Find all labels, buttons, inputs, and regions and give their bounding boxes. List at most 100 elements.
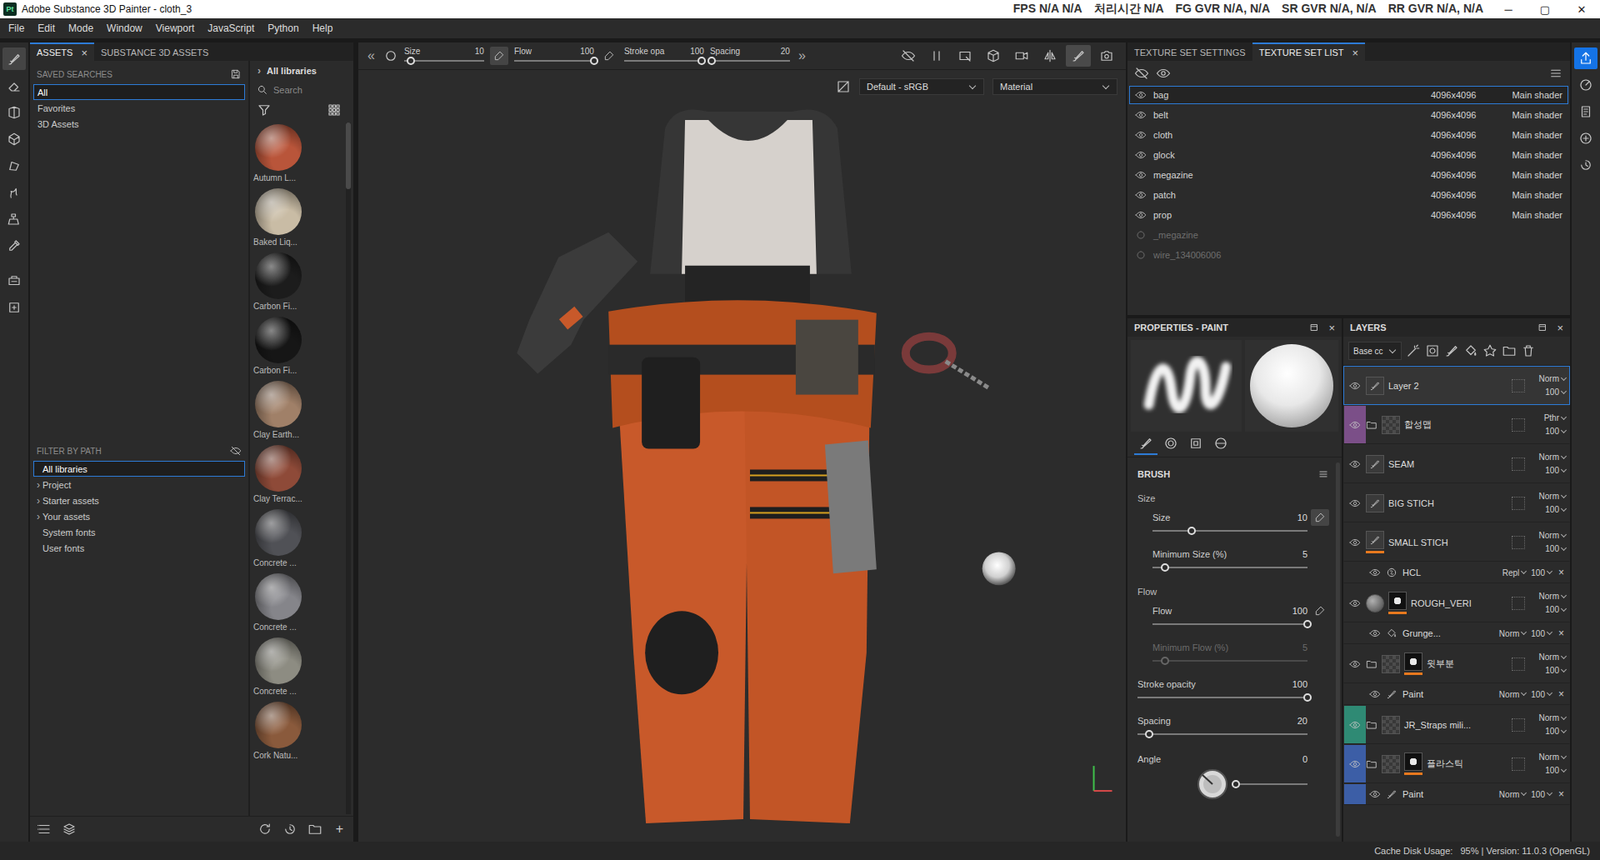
- param-value[interactable]: 20: [1297, 715, 1308, 726]
- pressure-toggle[interactable]: [490, 46, 509, 65]
- folder-icon[interactable]: [1365, 758, 1378, 770]
- slider-knob[interactable]: [1231, 780, 1240, 789]
- viewport-tool[interactable]: [980, 45, 1006, 67]
- effect-row[interactable]: HCLRepl100×: [1343, 561, 1570, 584]
- param-slider[interactable]: Size10: [1137, 507, 1330, 545]
- slider-knob[interactable]: [1160, 656, 1170, 665]
- slider-track[interactable]: [1235, 779, 1308, 790]
- slider-track[interactable]: [1137, 729, 1308, 740]
- material-item[interactable]: Concrete ...: [253, 637, 340, 696]
- param-value[interactable]: 5: [1302, 549, 1308, 560]
- properties-tab[interactable]: [1134, 433, 1158, 455]
- effect-row[interactable]: PaintNorm100×: [1343, 683, 1570, 705]
- close-button[interactable]: ×: [1352, 46, 1360, 60]
- viewport-tool[interactable]: [924, 45, 950, 67]
- dock-button[interactable]: [1574, 127, 1598, 150]
- scrollbar-thumb[interactable]: [345, 122, 351, 190]
- menu-icon[interactable]: [1317, 468, 1330, 480]
- layer-row[interactable]: BIG STICHNorm100: [1343, 483, 1570, 523]
- effects-icon[interactable]: [1405, 343, 1421, 359]
- tool-button[interactable]: [2, 127, 26, 150]
- slider-track[interactable]: [404, 55, 485, 66]
- slider-knob[interactable]: [1303, 693, 1312, 702]
- slider-track[interactable]: [1152, 562, 1308, 573]
- visibility-eye-icon[interactable]: [1349, 719, 1361, 731]
- mask-thumbnail[interactable]: [1404, 652, 1423, 671]
- folder-icon[interactable]: [1365, 658, 1378, 670]
- menu-item[interactable]: Mode: [61, 22, 100, 35]
- material-item[interactable]: Clay Earth...: [253, 380, 340, 440]
- folder-icon[interactable]: [1501, 343, 1517, 359]
- slider-knob[interactable]: [590, 56, 599, 65]
- layer-row[interactable]: 윗부분Norm100: [1343, 644, 1570, 684]
- param-value[interactable]: 5: [1302, 642, 1308, 653]
- opacity[interactable]: 100: [1529, 426, 1566, 436]
- panel-tab[interactable]: SUBSTANCE 3D ASSETS: [94, 42, 215, 61]
- smart-material-icon[interactable]: [1482, 343, 1498, 359]
- texture-set-row[interactable]: cloth4096x4096Main shader: [1129, 125, 1569, 145]
- visibility-eye-icon[interactable]: [1349, 380, 1361, 392]
- toolbar-slider[interactable]: Stroke opa100: [624, 46, 705, 66]
- slider-knob[interactable]: [1145, 730, 1154, 739]
- slider-knob[interactable]: [406, 56, 415, 65]
- dock-button[interactable]: [1574, 154, 1598, 176]
- slider-track[interactable]: [1137, 692, 1308, 703]
- texture-set-row[interactable]: bag4096x4096Main shader: [1129, 85, 1569, 105]
- param-value[interactable]: 100: [1292, 679, 1308, 690]
- texture-set-row[interactable]: wire_134006006: [1129, 245, 1569, 265]
- dock-button[interactable]: [1574, 100, 1598, 123]
- float-icon[interactable]: [1308, 321, 1320, 334]
- add-button[interactable]: +: [332, 821, 347, 837]
- slider-knob[interactable]: [1187, 526, 1196, 535]
- pressure-slot[interactable]: [1310, 545, 1330, 563]
- visibility-eye-icon[interactable]: [1369, 627, 1381, 640]
- menu-item[interactable]: JavaScript: [200, 22, 261, 35]
- properties-tab[interactable]: [1184, 433, 1208, 455]
- viewport-tool[interactable]: [1094, 45, 1120, 67]
- opacity[interactable]: 100: [1529, 605, 1566, 615]
- close-button[interactable]: ×: [1556, 321, 1564, 335]
- blend-mode[interactable]: Norm: [1529, 530, 1566, 540]
- menu-item[interactable]: Window: [100, 22, 150, 35]
- layer-row[interactable]: SMALL STICHNorm100: [1343, 522, 1570, 562]
- opacity-mask-box[interactable]: [1511, 757, 1525, 771]
- opacity[interactable]: 100: [1529, 544, 1566, 554]
- channel-dropdown[interactable]: Material: [992, 78, 1118, 95]
- visibility-eye-icon[interactable]: [1135, 89, 1147, 101]
- mask-thumbnail[interactable]: [1388, 591, 1407, 610]
- material-item[interactable]: Concrete ...: [253, 573, 340, 632]
- visibility-eye-icon[interactable]: [1135, 229, 1147, 241]
- path-item[interactable]: User fonts: [33, 540, 245, 556]
- panel-tab[interactable]: ASSETS×: [30, 42, 95, 61]
- remove-effect-button[interactable]: ×: [1556, 566, 1565, 579]
- remove-effect-button[interactable]: ×: [1556, 788, 1565, 800]
- slider-knob[interactable]: [1160, 563, 1170, 572]
- layer-row[interactable]: 플라스틱Norm100: [1343, 744, 1570, 784]
- material-item[interactable]: Clay Terrac...: [253, 445, 340, 504]
- scrollbar[interactable]: [345, 122, 351, 815]
- slider-knob[interactable]: [697, 56, 706, 65]
- opacity[interactable]: 100: [1529, 465, 1566, 475]
- window-button[interactable]: ─: [1490, 3, 1527, 16]
- visibility-eye-icon[interactable]: [1349, 758, 1361, 770]
- scrollbar[interactable]: [1335, 462, 1340, 837]
- remove-effect-button[interactable]: ×: [1556, 627, 1565, 640]
- saved-search-item[interactable]: Favorites: [33, 100, 245, 116]
- material-item[interactable]: Baked Liq...: [253, 188, 340, 247]
- menu-icon[interactable]: [1548, 65, 1564, 81]
- texture-set-row[interactable]: megazine4096x4096Main shader: [1129, 165, 1569, 185]
- color-profile-icon[interactable]: [835, 79, 851, 95]
- visibility-eye-icon[interactable]: [1369, 688, 1381, 700]
- blend-mode[interactable]: Norm: [1499, 629, 1526, 639]
- folder-icon[interactable]: [307, 821, 323, 837]
- properties-tab[interactable]: [1159, 433, 1183, 455]
- pressure-slot[interactable]: [1310, 509, 1330, 526]
- visibility-eye-icon[interactable]: [1349, 458, 1361, 470]
- close-button[interactable]: ×: [1328, 321, 1335, 335]
- library-header[interactable]: ›All libraries: [250, 60, 354, 81]
- param-slider[interactable]: Spacing20: [1137, 710, 1330, 748]
- search-field[interactable]: Search: [250, 80, 354, 100]
- param-slider[interactable]: Minimum Flow (%)5: [1137, 637, 1330, 675]
- collapse-button[interactable]: «: [365, 48, 378, 64]
- opacity[interactable]: 100: [1529, 665, 1566, 675]
